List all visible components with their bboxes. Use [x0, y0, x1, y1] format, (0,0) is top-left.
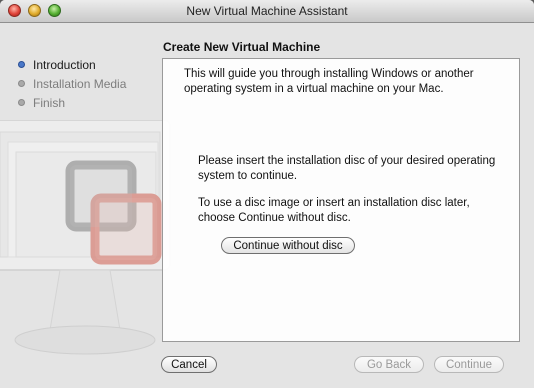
go-back-button[interactable]: Go Back — [354, 356, 424, 373]
step-introduction: Introduction — [18, 55, 126, 74]
step-list: Introduction Installation Media Finish — [18, 55, 126, 112]
step-label: Introduction — [33, 57, 96, 72]
window-title: New Virtual Machine Assistant — [186, 4, 348, 18]
active-step-bullet-icon — [18, 61, 25, 68]
content-panel: This will guide you through installing W… — [162, 58, 520, 342]
continue-without-disc-button[interactable]: Continue without disc — [221, 237, 355, 254]
step-label: Installation Media — [33, 76, 127, 91]
insert-disc-text: Please insert the installation disc of y… — [198, 155, 496, 182]
continue-button[interactable]: Continue — [434, 356, 504, 373]
disc-image-text: To use a disc image or insert an install… — [198, 197, 470, 224]
page-title: Create New Virtual Machine — [163, 40, 321, 54]
vmware-monitor-illustration — [0, 120, 171, 355]
title-bar[interactable]: New Virtual Machine Assistant — [0, 0, 534, 23]
assistant-window: New Virtual Machine Assistant Introducti… — [0, 0, 534, 388]
inactive-step-bullet-icon — [18, 80, 25, 87]
inactive-step-bullet-icon — [18, 99, 25, 106]
step-label: Finish — [33, 95, 66, 110]
step-finish: Finish — [18, 93, 126, 112]
step-installation-media: Installation Media — [18, 74, 126, 93]
cancel-button[interactable]: Cancel — [161, 356, 217, 373]
intro-text: This will guide you through installing W… — [184, 68, 474, 95]
